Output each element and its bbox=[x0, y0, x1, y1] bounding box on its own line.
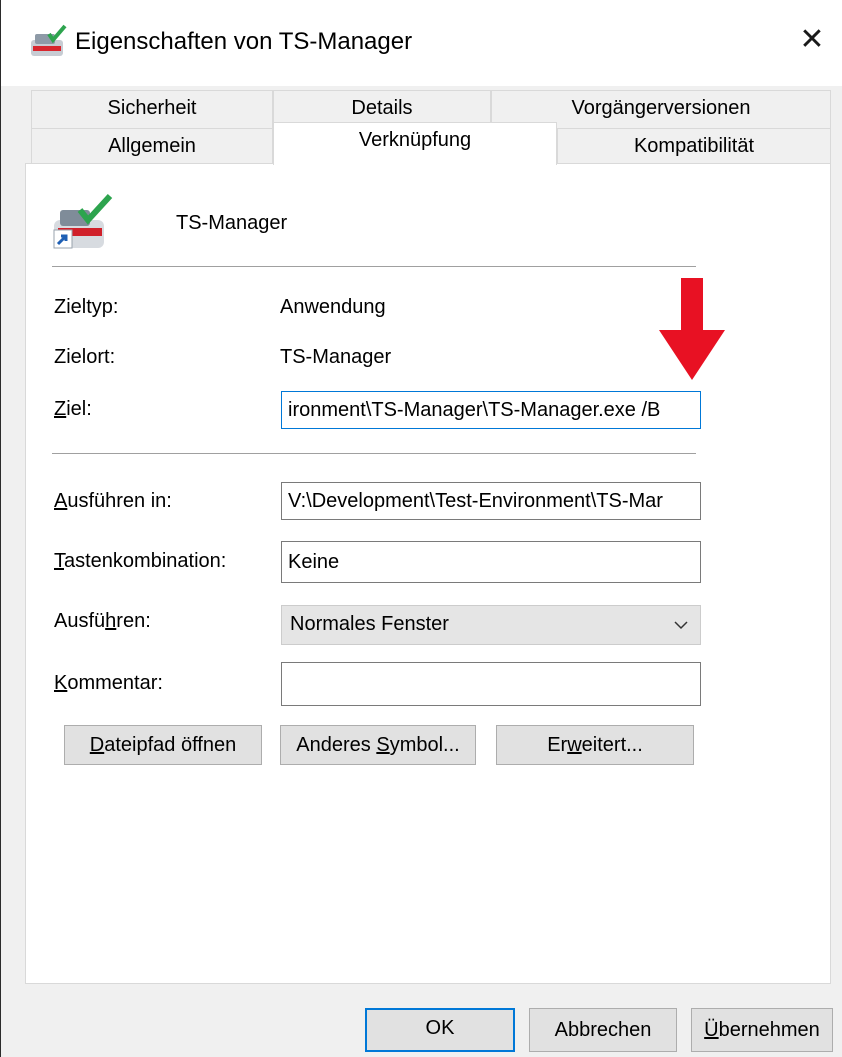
kommentar-label: Kommentar: bbox=[54, 672, 163, 694]
shortcut-name: TS-Manager bbox=[176, 212, 288, 234]
title-bar: Eigenschaften von TS-Manager ✕ bbox=[1, 0, 842, 86]
ziel-input[interactable]: ironment\TS-Manager\TS-Manager.exe /B bbox=[281, 391, 701, 429]
abbrechen-button[interactable]: Abbrechen bbox=[529, 1008, 677, 1052]
anderes-symbol-button[interactable]: Anderes Symbol... bbox=[280, 725, 476, 765]
tab-label: Vorgängerversionen bbox=[571, 97, 751, 119]
tab-allgemein[interactable]: Allgemein bbox=[31, 128, 273, 164]
kommentar-input[interactable] bbox=[281, 662, 701, 706]
zieltyp-label: Zieltyp: bbox=[54, 296, 119, 318]
tab-label: Allgemein bbox=[108, 135, 196, 157]
ziel-label: Ziel: bbox=[54, 398, 92, 420]
separator bbox=[52, 266, 696, 267]
tab-label: Sicherheit bbox=[107, 97, 197, 119]
uebernehmen-button[interactable]: Übernehmen bbox=[691, 1008, 833, 1052]
tastenkombination-input[interactable]: Keine bbox=[281, 541, 701, 583]
red-arrow-annotation-icon bbox=[659, 278, 725, 380]
tab-label: Verknüpfung bbox=[358, 129, 472, 151]
tastenkombination-label: Tastenkombination: bbox=[54, 550, 227, 572]
zieltyp-value: Anwendung bbox=[280, 296, 386, 318]
zielort-value: TS-Manager bbox=[280, 346, 392, 368]
tab-sicherheit[interactable]: Sicherheit bbox=[31, 90, 273, 128]
properties-dialog: Eigenschaften von TS-Manager ✕ Sicherhei… bbox=[0, 0, 842, 1057]
ausfuehren-select[interactable]: Normales Fenster bbox=[281, 605, 701, 645]
ts-manager-shortcut-icon bbox=[53, 193, 113, 249]
chevron-down-icon bbox=[674, 621, 688, 630]
erweitert-button[interactable]: Erweitert... bbox=[496, 725, 694, 765]
separator bbox=[52, 453, 696, 454]
tab-verknuepfung[interactable]: Verknüpfung bbox=[273, 122, 557, 165]
close-icon[interactable]: ✕ bbox=[792, 20, 832, 60]
tab-label: Kompatibilität bbox=[633, 135, 755, 157]
tab-kompatibilitaet[interactable]: Kompatibilität bbox=[557, 128, 831, 164]
zielort-label: Zielort: bbox=[54, 346, 116, 368]
ausfuehren-select-value: Normales Fenster bbox=[290, 613, 449, 635]
ausfuehren-in-label: Ausführen in: bbox=[54, 490, 172, 512]
dateipfad-oeffnen-button[interactable]: Dateipfad öffnen bbox=[64, 725, 262, 765]
ausfuehren-label: Ausführen: bbox=[54, 610, 151, 632]
arrow-shape bbox=[659, 278, 725, 380]
app-icon bbox=[31, 24, 67, 56]
ausfuehren-in-input[interactable]: V:\Development\Test-Environment\TS-Mar bbox=[281, 482, 701, 520]
tab-label: Details bbox=[351, 97, 413, 119]
window-title: Eigenschaften von TS-Manager bbox=[75, 28, 413, 55]
ok-button[interactable]: OK bbox=[365, 1008, 515, 1052]
